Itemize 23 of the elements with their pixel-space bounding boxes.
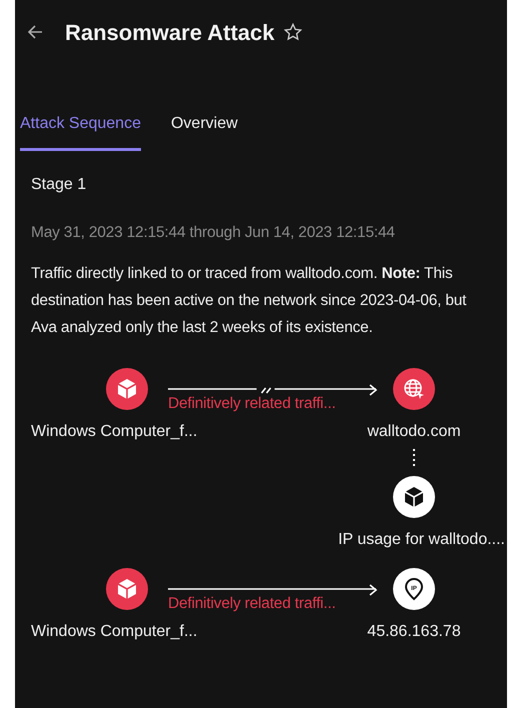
page-title: Ransomware Attack — [65, 18, 274, 46]
node-circle[interactable] — [393, 476, 435, 518]
cube-icon — [402, 485, 426, 510]
node-label: Windows Computer_f... — [31, 422, 198, 442]
node-circle[interactable] — [393, 368, 435, 410]
stage-description: Traffic directly linked to or traced from walltodo.com. Note: This destination has been active on the network since 2023-04-06, but Ava analyzed only the last 2 weeks of its existence. — [31, 264, 468, 338]
cube-icon — [115, 377, 139, 402]
tab[interactable]: Overview — [170, 106, 238, 151]
edge-label: Definitively related traffi... — [168, 594, 336, 614]
globe-icon — [402, 377, 426, 402]
edge-label: Definitively related traffi... — [168, 394, 336, 414]
star-icon[interactable] — [284, 23, 302, 41]
node-label: 45.86.163.78 — [367, 622, 461, 642]
node-label: walltodo.com — [367, 422, 461, 442]
node-label: IP usage for walltodo.... — [338, 530, 505, 550]
node-circle[interactable] — [106, 368, 148, 410]
back-icon[interactable] — [27, 25, 43, 39]
node-label: Windows Computer_f... — [31, 622, 198, 642]
tab[interactable]: Attack Sequence — [20, 106, 141, 151]
cube-icon — [115, 577, 139, 602]
stage-title: Stage 1 — [31, 175, 88, 195]
date-range: May 31, 2023 12:15:44 through Jun 14, 2023 12:15:44 — [31, 223, 396, 243]
node-circle[interactable] — [106, 568, 148, 610]
